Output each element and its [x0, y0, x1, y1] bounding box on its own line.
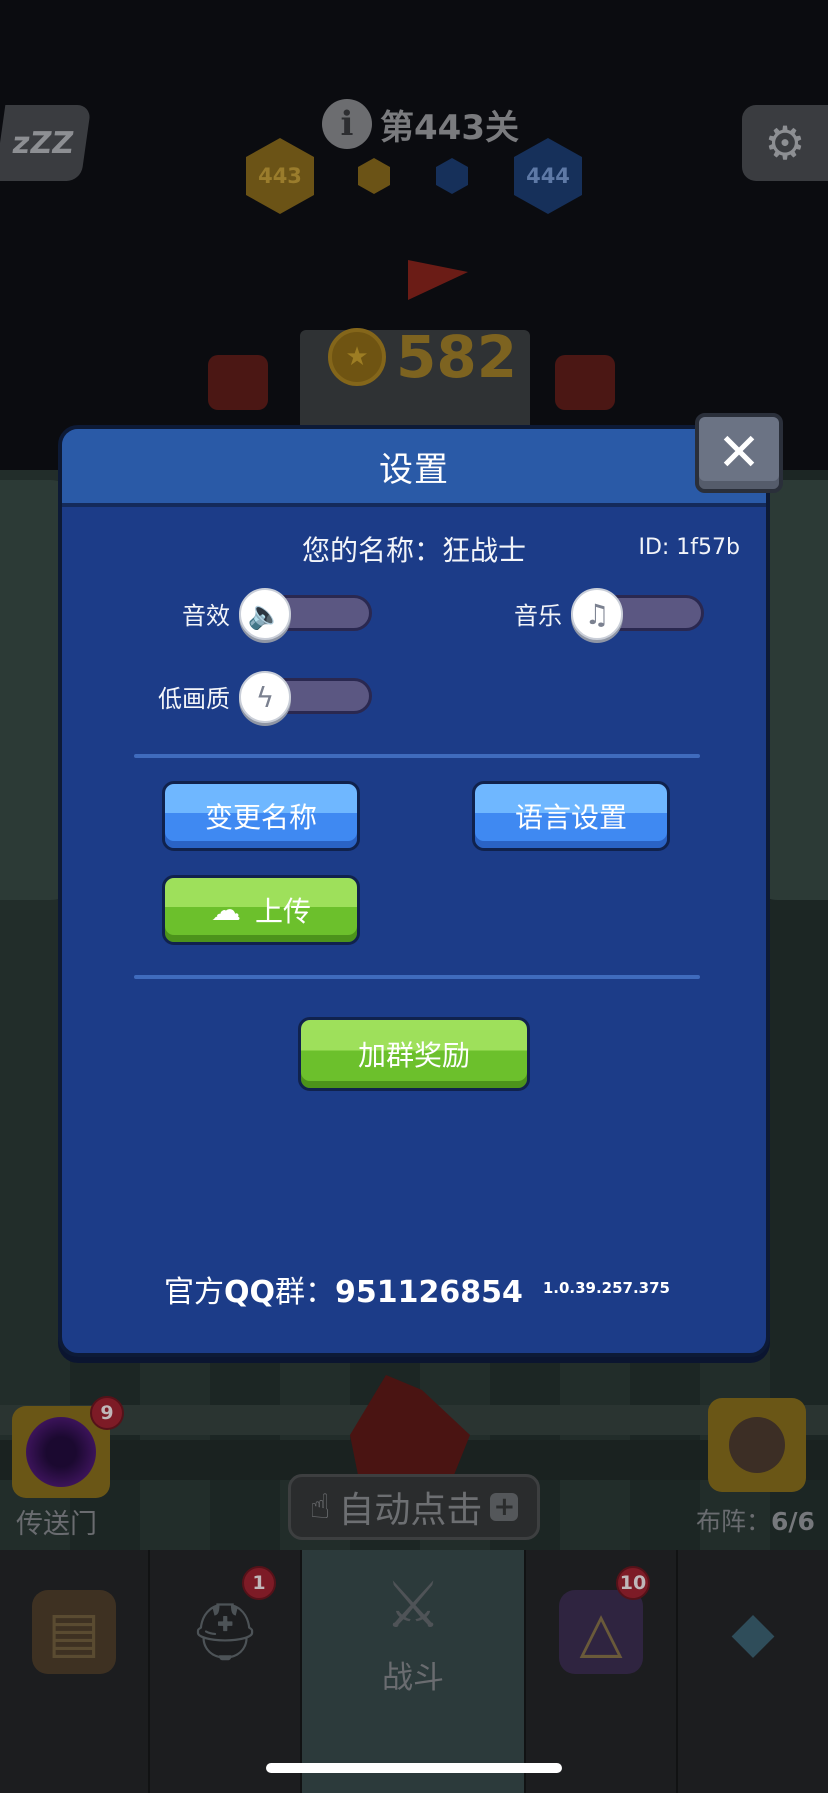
chest-icon: ▤ [32, 1590, 116, 1674]
tower-flag [408, 260, 468, 300]
tab-battle[interactable]: ⚔ 战斗 [302, 1550, 526, 1793]
next-level-number: 444 [526, 164, 570, 188]
divider-top [134, 754, 700, 758]
level-title[interactable]: i 第443关 [322, 96, 519, 152]
tab-heroes[interactable]: ⛑ 1 [150, 1550, 302, 1793]
settings-dialog: 设置 您的名称：狂战士 ID: 1f57b 音效 🔈 音乐 ♫ 低画质 ϟ 变更… [58, 425, 770, 1357]
join-group-reward-button[interactable]: 加群奖励 [298, 1017, 530, 1091]
auto-click-label: 自动点击 [338, 1490, 483, 1531]
tab-spellbook[interactable]: △ 10 [526, 1550, 678, 1793]
low-quality-toggle[interactable]: ϟ [239, 671, 372, 723]
sound-toggle[interactable]: 🔈 [239, 588, 372, 640]
divider-bottom [134, 975, 700, 979]
sound-label: 音效 [182, 601, 230, 630]
coin-icon: ★ [328, 328, 386, 386]
language-button-label: 语言设置 [514, 801, 627, 834]
right-brazier [555, 355, 615, 410]
gear-icon: ⚙ [764, 116, 806, 170]
version-label: 1.0.39.257.375 [542, 1279, 670, 1297]
music-setting: 音乐 ♫ [472, 588, 704, 640]
settings-button[interactable]: ⚙ [742, 105, 828, 181]
player-name-row: 您的名称：狂战士 ID: 1f57b [62, 529, 766, 573]
crossed-swords-icon: ⚔ [384, 1569, 442, 1643]
auto-click-button[interactable]: ☝ 自动点击 + [288, 1474, 540, 1540]
tab-spellbook-badge: 10 [616, 1566, 650, 1600]
rename-button-label: 变更名称 [204, 801, 317, 834]
group-reward-label: 加群奖励 [357, 1039, 470, 1072]
formation-label: 布阵：6/6 [696, 1507, 815, 1536]
tab-chest[interactable]: ▤ [0, 1550, 150, 1793]
upload-button[interactable]: ☁ 上传 [162, 875, 360, 945]
lightning-icon[interactable]: ϟ [239, 671, 291, 723]
low-quality-setting: 低画质 ϟ [134, 671, 372, 723]
qq-group-number: 951126854 [335, 1275, 523, 1310]
close-button[interactable]: ✕ [695, 413, 783, 493]
tab-battle-label: 战斗 [382, 1660, 444, 1696]
level-title-text: 第443关 [380, 107, 519, 148]
cloud-upload-icon: ☁ [210, 892, 241, 928]
helmet-icon: ⛑ [189, 1600, 261, 1665]
coin-score: ★ 582 [328, 322, 517, 392]
pointer-hand-icon: ☝ [309, 1487, 331, 1527]
spellbook-icon: △ [559, 1590, 643, 1674]
music-note-icon[interactable]: ♫ [571, 588, 623, 640]
portal-label: 传送门 [16, 1509, 97, 1540]
music-label: 音乐 [514, 601, 562, 630]
sleep-icon: zZZ [10, 125, 76, 161]
left-brazier [208, 355, 268, 410]
portal-badge: 9 [90, 1396, 124, 1430]
dialog-title: 设置 [379, 449, 449, 490]
official-qq-group: 官方QQ群：951126854 [164, 1275, 523, 1310]
bottom-tab-bar: ▤ ⛑ 1 ⚔ 战斗 △ 10 ◆ [0, 1550, 828, 1793]
amulet-icon: ◆ [731, 1599, 775, 1665]
sound-setting: 音效 🔈 [142, 588, 372, 640]
info-icon[interactable]: i [322, 99, 372, 149]
music-toggle[interactable]: ♫ [571, 588, 704, 640]
rename-button[interactable]: 变更名称 [162, 781, 360, 851]
formation-button[interactable] [708, 1398, 806, 1492]
speaker-icon[interactable]: 🔈 [239, 588, 291, 640]
language-settings-button[interactable]: 语言设置 [472, 781, 670, 851]
low-quality-label: 低画质 [158, 684, 230, 713]
score-value: 582 [396, 323, 518, 391]
tab-heroes-badge: 1 [242, 1566, 276, 1600]
player-id: ID: 1f57b [638, 535, 740, 560]
close-icon: ✕ [717, 423, 761, 483]
home-indicator[interactable] [266, 1763, 562, 1773]
hero-portrait-icon [729, 1417, 785, 1473]
upload-button-label: 上传 [254, 895, 311, 928]
dialog-header: 设置 [62, 429, 766, 507]
tab-amulet[interactable]: ◆ [678, 1550, 828, 1793]
current-level-number: 443 [258, 164, 302, 188]
portal-icon [26, 1417, 96, 1487]
plus-icon: + [490, 1493, 519, 1521]
sleep-button[interactable]: zZZ [0, 105, 92, 181]
